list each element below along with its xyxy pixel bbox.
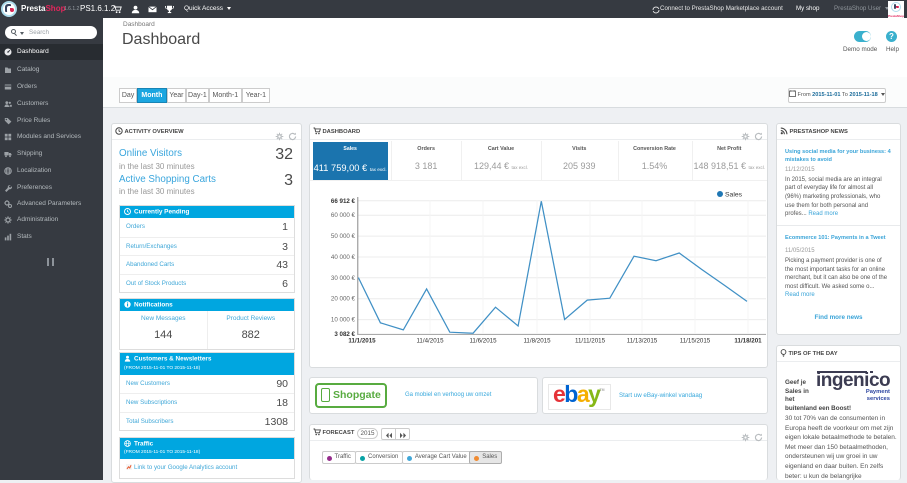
svg-text:50 000 €: 50 000 €	[331, 233, 356, 240]
svg-text:11/13/2015: 11/13/2015	[627, 338, 658, 345]
svg-text:11/18/201: 11/18/201	[734, 338, 762, 345]
svg-text:60 000 €: 60 000 €	[331, 212, 356, 219]
svg-text:30 000 €: 30 000 €	[331, 275, 356, 282]
svg-text:20 000 €: 20 000 €	[331, 296, 356, 303]
svg-text:Sales: Sales	[725, 192, 743, 199]
svg-text:11/4/2015: 11/4/2015	[416, 338, 444, 345]
svg-text:10 000 €: 10 000 €	[331, 317, 356, 324]
svg-text:11/6/2015: 11/6/2015	[469, 338, 497, 345]
svg-text:11/11/2015: 11/11/2015	[575, 338, 606, 345]
svg-text:11/15/2015: 11/15/2015	[680, 338, 711, 345]
svg-text:11/1/2015: 11/1/2015	[348, 338, 376, 345]
svg-text:66 912 €: 66 912 €	[331, 198, 356, 205]
svg-text:40 000 €: 40 000 €	[331, 254, 356, 261]
svg-text:11/8/2015: 11/8/2015	[523, 338, 551, 345]
